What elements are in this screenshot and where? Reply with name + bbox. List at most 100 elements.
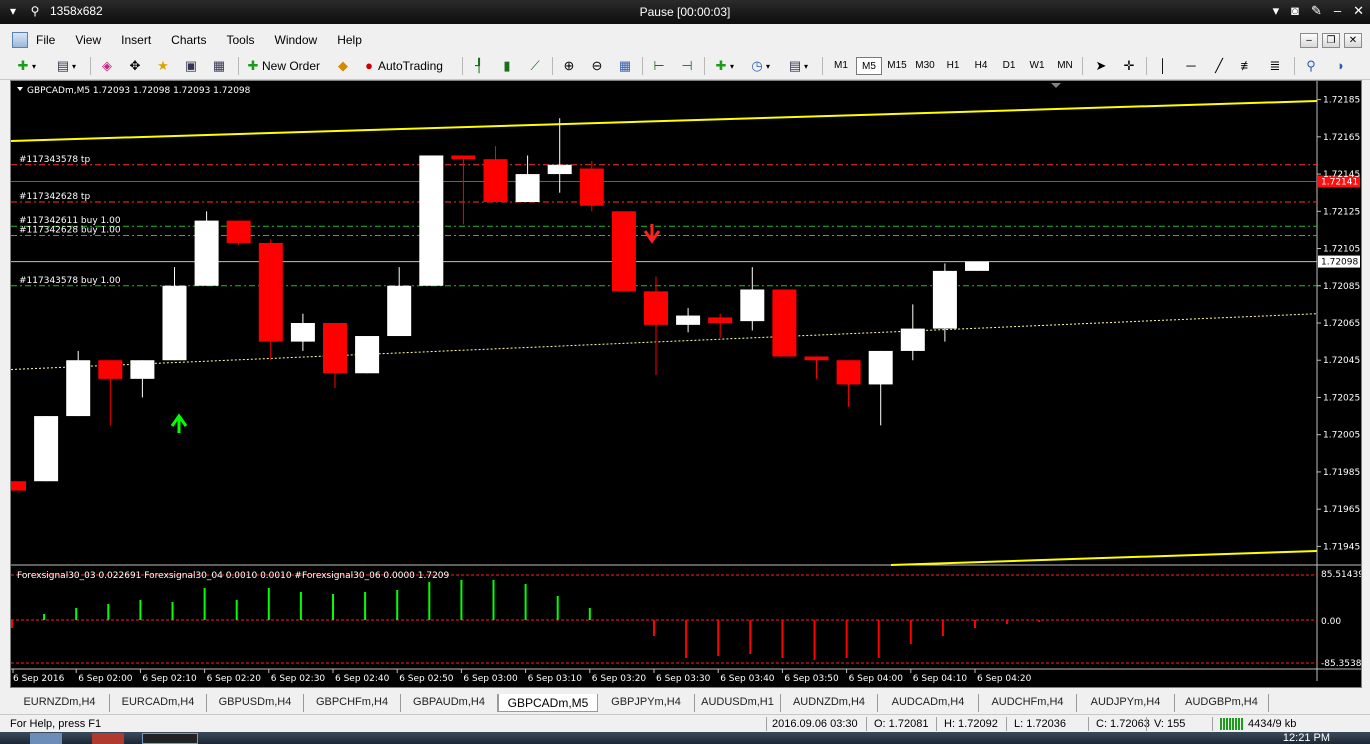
metaeditor-button[interactable]: ◆ — [334, 56, 352, 76]
time-label: 6 Sep 03:00 — [463, 674, 518, 684]
time-label: 6 Sep 02:50 — [399, 674, 454, 684]
timeframe-d1[interactable]: D1 — [996, 57, 1022, 75]
status-volume: V: 155 — [1154, 718, 1186, 730]
tab-eurnzdm-h4[interactable]: EURNZDm,H4 — [10, 694, 110, 712]
timeframe-m15[interactable]: M15 — [884, 57, 910, 75]
candle-body — [836, 360, 861, 385]
candle-body — [708, 317, 733, 323]
candle-body — [483, 159, 508, 202]
zoom-in-button[interactable]: ⊕ — [560, 56, 578, 76]
auto-scroll-button[interactable]: ⊢ — [650, 56, 668, 76]
terminal-button[interactable]: ▣ — [182, 56, 200, 76]
window-title: Pause [00:00:03] — [639, 5, 731, 19]
tab-gbpusdm-h4[interactable]: GBPUSDm,H4 — [207, 694, 304, 712]
menu-file[interactable]: File — [36, 33, 55, 47]
trendline-button[interactable]: ╱ — [1210, 56, 1228, 76]
menu-insert[interactable]: Insert — [121, 33, 151, 47]
tab-audusdm-h1[interactable]: AUDUSDm,H1 — [695, 694, 781, 712]
order-label: #117343578 buy 1.00 — [19, 276, 121, 286]
candlestick-button[interactable]: ▮ — [498, 56, 516, 76]
periods-button[interactable]: ◷ ▾ — [748, 56, 770, 76]
vertical-line-button[interactable]: │ — [1154, 56, 1172, 76]
candle-body — [515, 174, 540, 202]
tab-audgbpm-h4[interactable]: AUDGBPm,H4 — [1175, 694, 1269, 712]
trend-line-upper — [11, 100, 1318, 142]
tab-audchfm-h4[interactable]: AUDCHFm,H4 — [979, 694, 1077, 712]
zoom-out-button[interactable]: ⊖ — [588, 56, 606, 76]
search-button[interactable]: ⚲ — [1302, 56, 1320, 76]
timeframe-mn[interactable]: MN — [1052, 57, 1078, 75]
browser-icon[interactable] — [92, 733, 124, 744]
tab-gbpchfm-h4[interactable]: GBPCHFm,H4 — [304, 694, 401, 712]
new-chart-button[interactable]: ✚ ▾ — [14, 56, 36, 76]
tab-eurcadm-h4[interactable]: EURCADm,H4 — [110, 694, 207, 712]
line-chart-button[interactable]: ⟋ — [526, 56, 544, 76]
cursor-icon: ➤ — [1095, 58, 1107, 73]
tab-audnzdm-h4[interactable]: AUDNZDm,H4 — [781, 694, 878, 712]
tile-windows-button[interactable]: ▦ — [616, 56, 634, 76]
menu-charts[interactable]: Charts — [171, 33, 206, 47]
chart-window[interactable]: 1.72185 1.72165 1.72145 1.72125 1.72105 1.720… — [10, 80, 1362, 688]
timeframe-m5[interactable]: M5 — [856, 57, 882, 75]
candle-body — [290, 323, 315, 342]
mdi-close-button[interactable]: ✕ — [1344, 33, 1362, 48]
document-icon[interactable] — [12, 32, 28, 48]
candle-body — [868, 350, 893, 385]
candle-body — [740, 289, 765, 322]
price-label: 1.71945 — [1323, 542, 1360, 552]
tab-audjpym-h4[interactable]: AUDJPYm,H4 — [1077, 694, 1175, 712]
mdi-restore-button[interactable]: ❐ — [1322, 33, 1340, 48]
chat-button[interactable]: ◗ — [1332, 56, 1350, 76]
tab-gbpcadm-m5[interactable]: GBPCADm,M5 — [498, 694, 598, 712]
data-window-button[interactable]: ✥ — [126, 56, 144, 76]
horizontal-line-button[interactable]: ─ — [1182, 56, 1200, 76]
minimize-icon[interactable]: – — [1334, 3, 1341, 19]
candle-body — [611, 211, 636, 292]
cursor-button[interactable]: ➤ — [1092, 56, 1110, 76]
candle-body — [547, 164, 572, 175]
mdi-minimize-button[interactable]: – — [1300, 33, 1318, 48]
close-icon[interactable]: ✕ — [1353, 3, 1364, 19]
timeframe-w1[interactable]: W1 — [1024, 57, 1050, 75]
indicator-axis-label: 0.00 — [1321, 617, 1341, 627]
tab-audcadm-h4[interactable]: AUDCADm,H4 — [878, 694, 979, 712]
terminal-app-icon[interactable] — [142, 733, 198, 744]
strategy-tester-button[interactable]: ▦ — [210, 56, 228, 76]
price-label: 1.72045 — [1323, 356, 1360, 366]
chart-header: GBPCADm,M5 1.72093 1.72098 1.72093 1.720… — [27, 86, 251, 96]
timeframe-m1[interactable]: M1 — [828, 57, 854, 75]
menu-view[interactable]: View — [75, 33, 101, 47]
channel-button[interactable]: ≢ — [1238, 56, 1256, 76]
price-chart[interactable]: 1.721851.721651.721451.721251.721051.720… — [11, 81, 1361, 687]
pen-icon[interactable]: ✎ — [1311, 3, 1322, 19]
autotrading-button[interactable]: ● AutoTrading — [360, 56, 443, 76]
menu-tools[interactable]: Tools — [227, 33, 255, 47]
status-traffic: 4434/9 kb — [1248, 718, 1297, 730]
fibonacci-button[interactable]: ≣ — [1266, 56, 1284, 76]
new-order-button[interactable]: ✚ New Order — [244, 56, 320, 76]
tab-gbpjpym-h4[interactable]: GBPJPYm,H4 — [598, 694, 695, 712]
bar-chart-button[interactable]: ┦ — [470, 56, 488, 76]
dropdown-icon[interactable]: ▾ — [1273, 3, 1280, 19]
navigator-button[interactable]: ★ — [154, 56, 172, 76]
indicators-button[interactable]: ✚ ▾ — [712, 56, 734, 76]
timeframe-h1[interactable]: H1 — [940, 57, 966, 75]
timeframe-h4[interactable]: H4 — [968, 57, 994, 75]
tab-gbpaudm-h4[interactable]: GBPAUDm,H4 — [401, 694, 498, 712]
chart-shift-button[interactable]: ⊣ — [678, 56, 696, 76]
templates-button[interactable]: ▤ ▾ — [786, 56, 808, 76]
time-label: 6 Sep 2016 — [13, 674, 65, 684]
candle-body — [162, 285, 187, 361]
candle-body — [34, 416, 59, 482]
camera-icon[interactable]: ◙ — [1291, 3, 1299, 19]
crosshair-button[interactable]: ✛ — [1120, 56, 1138, 76]
profiles-button[interactable]: ▤ ▾ — [54, 56, 76, 76]
price-label: 1.72005 — [1323, 431, 1360, 441]
tile-icon: ▦ — [618, 58, 632, 73]
timeframe-m30[interactable]: M30 — [912, 57, 938, 75]
menu-window[interactable]: Window — [275, 33, 318, 47]
taskbar-app-icon[interactable] — [30, 733, 62, 744]
market-watch-button[interactable]: ◈ — [98, 56, 116, 76]
price-label: 1.72065 — [1323, 319, 1360, 329]
menu-help[interactable]: Help — [337, 33, 362, 47]
